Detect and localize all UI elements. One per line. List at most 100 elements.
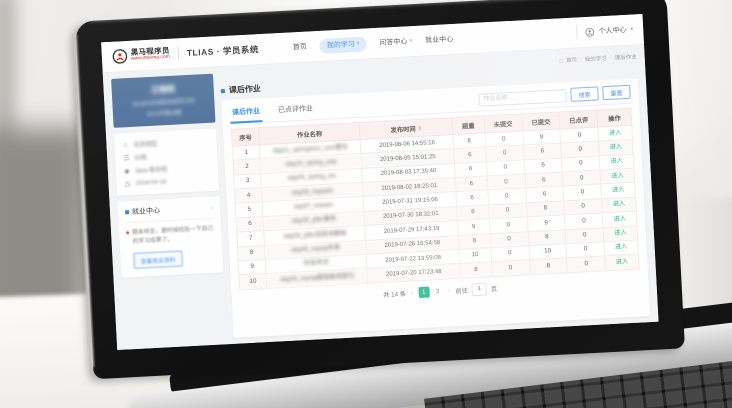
- breadcrumb-item[interactable]: 课后作业: [614, 52, 636, 61]
- enter-link[interactable]: 进入: [614, 229, 627, 237]
- reset-button[interactable]: 重置: [602, 85, 631, 100]
- row-index: 1: [232, 145, 260, 161]
- assignments-table: 序号作业名称发布时间▲▼题量未提交已提交已点评操作 1day11_springm…: [231, 108, 640, 290]
- chevron-right-icon: ›: [210, 204, 213, 211]
- web-app: 黑马程序员 www.itheima.com TLIAS · 学员系统 首页我的学…: [101, 14, 658, 350]
- column-header: 已点评: [559, 110, 598, 129]
- assignments-card: 课后作业已点评作业 搜索 重置: [221, 78, 650, 337]
- divider: [177, 46, 179, 60]
- breadcrumb-item[interactable]: 首页: [566, 56, 577, 65]
- nav-item[interactable]: 我的学习▾: [319, 36, 366, 53]
- column-header: 操作: [597, 108, 632, 127]
- laptop-display: 黑马程序员 www.itheima.com TLIAS · 学员系统 首页我的学…: [75, 0, 685, 379]
- profile-line2: 2019年第38期: [119, 107, 209, 120]
- profile-info-card: ⌂北京校区☰32班◉Java 就业班◷2019-03-18: [114, 129, 219, 196]
- enter-link[interactable]: 进入: [612, 186, 625, 194]
- home-icon: ⌂: [559, 57, 563, 64]
- jump-suffix: 页: [491, 284, 498, 293]
- row-index: 5: [235, 202, 263, 218]
- reviewed-count: 0: [567, 256, 606, 272]
- jump-prefix: 前往: [455, 285, 468, 295]
- enter-link[interactable]: 进入: [616, 258, 629, 266]
- page-number[interactable]: 2: [432, 285, 444, 297]
- submitted-count: 8: [529, 258, 568, 274]
- row-index: 10: [239, 274, 267, 290]
- itheima-logo-icon: [112, 48, 129, 65]
- app-body: 王晓明 JavaEE在线就业班学习中 2019年第38期 ⌂北京校区☰32班◉J…: [103, 45, 659, 350]
- unsubmitted-count: 0: [491, 260, 530, 276]
- breadcrumb-item[interactable]: 我的学习: [585, 54, 607, 63]
- profile-card: 王晓明 JavaEE在线就业班学习中 2019年第38期: [111, 74, 215, 128]
- sidebar: 王晓明 JavaEE在线就业班学习中 2019年第38期 ⌂北京校区☰32班◉J…: [111, 74, 227, 344]
- brand-url: www.itheima.com: [131, 55, 170, 63]
- profile-name: 王晓明: [117, 82, 207, 98]
- user-menu[interactable]: 个人中心 ▾: [585, 25, 633, 37]
- laptop-screen-bezel: 黑马程序员 www.itheima.com TLIAS · 学员系统 首页我的学…: [75, 0, 685, 379]
- tab-active[interactable]: 课后作业: [230, 103, 263, 124]
- jump-page-input[interactable]: [472, 282, 488, 296]
- column-header: 序号: [231, 128, 259, 146]
- row-index: 2: [233, 159, 261, 175]
- page-title: 课后作业: [229, 83, 262, 96]
- next-page-icon[interactable]: ›: [447, 287, 452, 294]
- nav-item[interactable]: 就业中心: [425, 34, 453, 45]
- red-dot-icon: [126, 231, 129, 234]
- nav-item[interactable]: 首页: [293, 42, 308, 53]
- breadcrumb-separator: -: [580, 56, 582, 62]
- user-menu-label: 个人中心: [598, 25, 626, 36]
- row-index: 3: [234, 173, 262, 189]
- job-center-card: 就业中心 › 期末将至，是时候检验一下自己的学习成果了。 查看就业资料: [118, 196, 224, 278]
- job-notice: 期末将至，是时候检验一下自己的学习成果了。: [126, 225, 215, 247]
- column-header: 未提交: [484, 114, 523, 133]
- campus-icon: ⌂: [121, 141, 129, 148]
- sort-icon[interactable]: ▲▼: [418, 126, 423, 131]
- job-notice-text: 期末将至，是时候检验一下自己的学习成果了。: [132, 225, 215, 247]
- time-icon: ◷: [123, 180, 131, 188]
- photo-scene: 黑马程序员 www.itheima.com TLIAS · 学员系统 首页我的学…: [0, 0, 732, 408]
- action-cell: 进入: [605, 254, 639, 270]
- enter-link[interactable]: 进入: [610, 143, 623, 151]
- column-header: 题量: [452, 116, 484, 135]
- search-area: 搜索 重置: [478, 85, 631, 111]
- class-icon: ☰: [122, 154, 130, 162]
- product-title: TLIAS · 学员系统: [187, 43, 260, 59]
- enter-link[interactable]: 进入: [615, 244, 628, 252]
- pagination-total: 共 14 条: [383, 288, 406, 298]
- table-body: 1day11_springmvc_ssm整合2019-08-06 14:55:1…: [232, 125, 639, 289]
- job-center-title: 就业中心: [132, 203, 208, 217]
- info-text: 32班: [134, 152, 147, 162]
- tab-inactive[interactable]: 已点评作业: [276, 100, 316, 121]
- section-bullet: [125, 210, 129, 214]
- enter-link[interactable]: 进入: [613, 215, 626, 223]
- section-bullet: [221, 88, 225, 92]
- info-text: 2019-03-18: [135, 179, 166, 187]
- chevron-down-icon: ▾: [357, 41, 360, 47]
- enter-link[interactable]: 进入: [609, 129, 622, 137]
- main-content: ⌂ 首页-我的学习-课后作业 课后作业 课后作业已点评作业: [220, 51, 650, 337]
- enter-link[interactable]: 进入: [611, 172, 624, 180]
- question-count: 8: [460, 262, 492, 278]
- enter-link[interactable]: 进入: [613, 200, 626, 208]
- chevron-down-icon: ▾: [409, 38, 412, 44]
- prev-page-icon[interactable]: ‹: [410, 289, 415, 296]
- search-input[interactable]: [478, 89, 567, 107]
- enter-link[interactable]: 进入: [610, 157, 623, 165]
- page-numbers: 12: [418, 285, 444, 297]
- brand-logo[interactable]: 黑马程序员 www.itheima.com: [112, 46, 171, 65]
- breadcrumb-separator: -: [610, 55, 612, 61]
- info-text: 北京校区: [133, 139, 157, 149]
- screen: 黑马程序员 www.itheima.com TLIAS · 学员系统 首页我的学…: [101, 14, 658, 350]
- page-number[interactable]: 1: [418, 286, 430, 298]
- search-button[interactable]: 搜索: [570, 86, 599, 101]
- nav-item[interactable]: 问答中心▾: [379, 36, 412, 48]
- user-avatar-icon: [585, 27, 594, 36]
- job-center-header[interactable]: 就业中心 ›: [125, 203, 214, 224]
- user-icon: ◉: [123, 167, 131, 175]
- row-index: 8: [238, 245, 266, 261]
- row-index: 9: [238, 259, 266, 275]
- job-materials-button[interactable]: 查看就业资料: [133, 251, 183, 270]
- column-header: 已提交: [521, 112, 560, 131]
- divider: [576, 25, 578, 39]
- tabs: 课后作业已点评作业: [230, 100, 316, 123]
- chevron-down-icon: ▾: [630, 27, 633, 33]
